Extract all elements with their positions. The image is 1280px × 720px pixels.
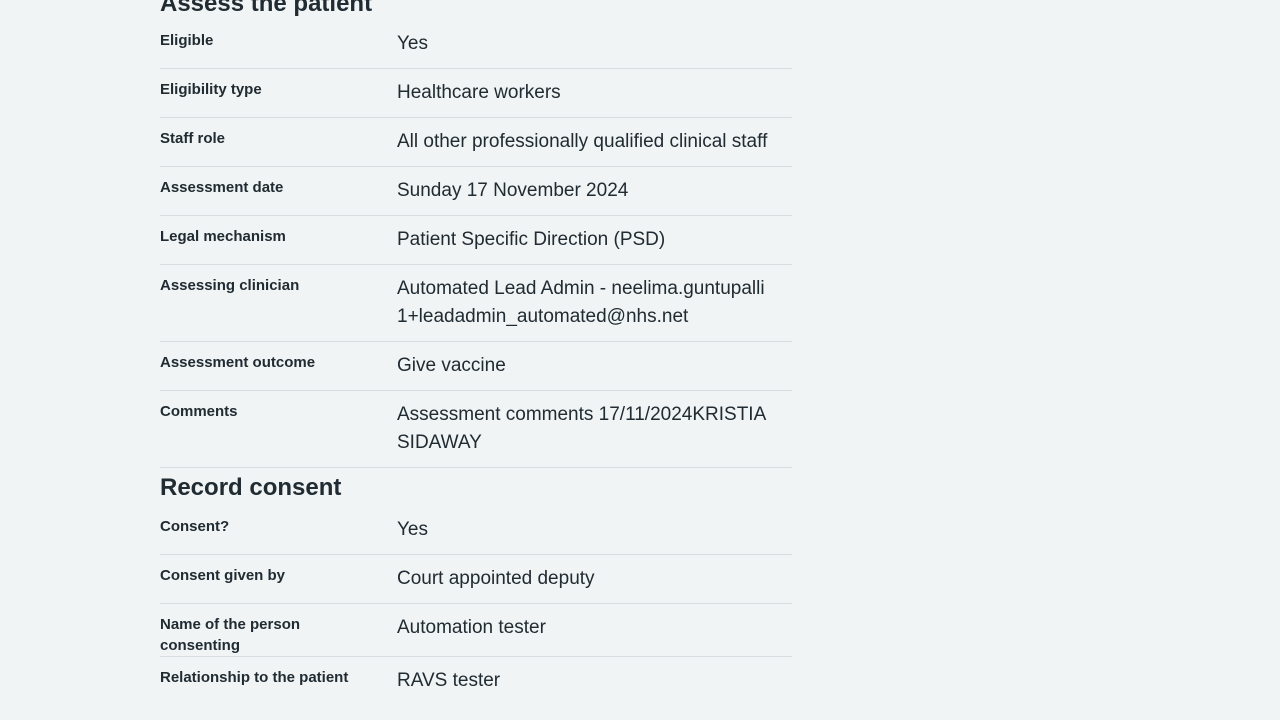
summary-row-assessment-date: Assessment date Sunday 17 November 2024 — [160, 167, 792, 216]
summary-row-comments: Comments Assessment comments 17/11/2024K… — [160, 391, 792, 468]
summary-row-consent-given-by: Consent given by Court appointed deputy — [160, 555, 792, 604]
summary-value: Assessment comments 17/11/2024KRISTIA SI… — [397, 404, 766, 453]
summary-value: Court appointed deputy — [397, 568, 595, 589]
summary-value: Automated Lead Admin - neelima.guntupall… — [397, 278, 765, 327]
summary-value: Healthcare workers — [397, 82, 561, 103]
assess-patient-heading: Assess the patient — [160, 0, 373, 17]
summary-key: Consent? — [160, 518, 230, 535]
summary-value: Patient Specific Direction (PSD) — [397, 229, 666, 250]
summary-key: Assessment outcome — [160, 354, 316, 371]
summary-value: RAVS tester — [397, 670, 501, 691]
summary-key: Consent given by — [160, 567, 286, 584]
summary-value: Automation tester — [397, 617, 546, 638]
summary-row-eligibility-type: Eligibility type Healthcare workers — [160, 69, 792, 118]
summary-key: Comments — [160, 403, 238, 420]
summary-key: Assessing clinician — [160, 277, 300, 294]
summary-value: Sunday 17 November 2024 — [397, 180, 629, 201]
summary-key: Assessment date — [160, 179, 284, 196]
page: Assess the patient Eligible Yes Eligibil… — [0, 0, 1280, 720]
summary-row-name-of-person-consenting: Name of the person consenting Automation… — [160, 604, 792, 657]
main-content: Assess the patient Eligible Yes Eligibil… — [160, 0, 792, 705]
summary-key: Relationship to the patient — [160, 669, 349, 686]
consent-summary-list: Consent? Yes Consent given by Court appo… — [160, 506, 792, 705]
record-consent-heading: Record consent — [160, 474, 342, 501]
summary-row-staff-role: Staff role All other professionally qual… — [160, 118, 792, 167]
summary-key: Eligible — [160, 32, 214, 49]
summary-key: Eligibility type — [160, 81, 262, 98]
assess-summary-list: Eligible Yes Eligibility type Healthcare… — [160, 20, 792, 468]
summary-key: Staff role — [160, 130, 226, 147]
summary-row-eligible: Eligible Yes — [160, 20, 792, 69]
summary-row-relationship-to-patient: Relationship to the patient RAVS tester — [160, 657, 792, 705]
summary-row-assessment-outcome: Assessment outcome Give vaccine — [160, 342, 792, 391]
summary-row-assessing-clinician: Assessing clinician Automated Lead Admin… — [160, 265, 792, 342]
summary-row-consent: Consent? Yes — [160, 506, 792, 555]
summary-value: Give vaccine — [397, 355, 506, 376]
summary-key: Name of the person consenting — [160, 616, 301, 654]
summary-row-legal-mechanism: Legal mechanism Patient Specific Directi… — [160, 216, 792, 265]
summary-value: Yes — [397, 519, 428, 540]
summary-value: Yes — [397, 33, 428, 54]
summary-value: All other professionally qualified clini… — [397, 131, 768, 152]
summary-key: Legal mechanism — [160, 228, 286, 245]
